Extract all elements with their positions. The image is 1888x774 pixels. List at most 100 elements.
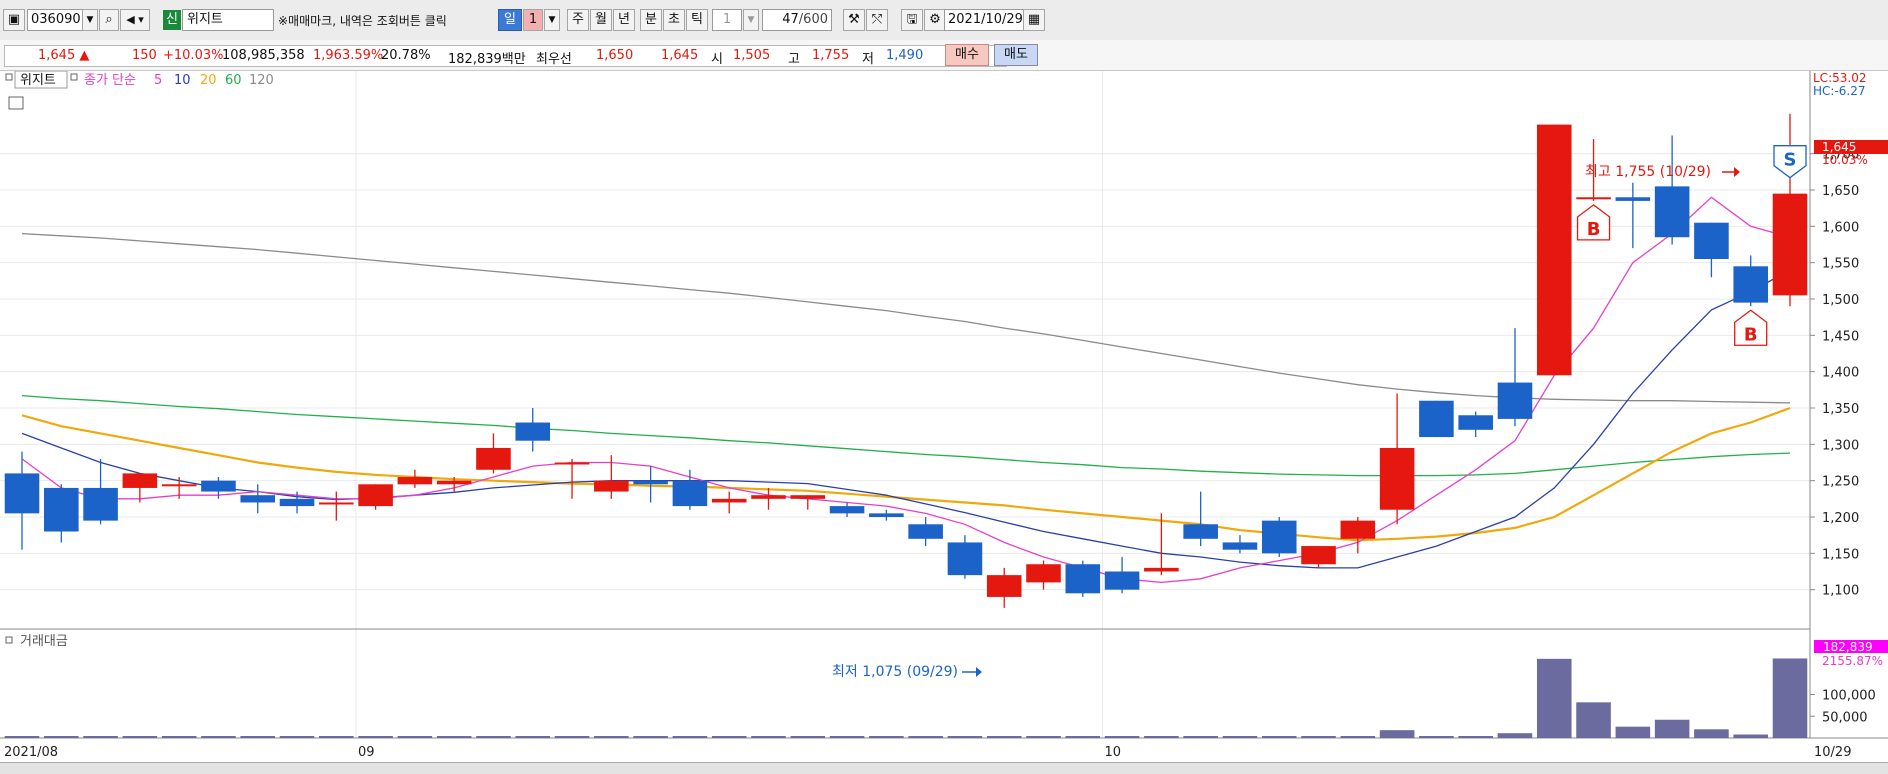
candle-body — [319, 502, 354, 505]
legend-ma-toggle-icon[interactable] — [70, 73, 78, 81]
buy-button[interactable]: 매수 — [945, 44, 989, 66]
volume-ratio: 1,963.59% — [313, 48, 384, 63]
candle-body — [1536, 124, 1572, 376]
volume-bar — [947, 736, 983, 738]
volume-bar — [790, 736, 826, 738]
date-input[interactable]: 2021/10/29 — [944, 9, 1032, 31]
candle-body — [4, 473, 40, 514]
period-count-field[interactable]: 1 — [523, 9, 543, 31]
volume-bar — [1340, 736, 1376, 738]
y-tick-label: 1,400 — [1822, 366, 1859, 381]
candle-body — [358, 484, 393, 507]
scroll-strip[interactable] — [0, 762, 1888, 774]
candle-body — [240, 495, 276, 503]
candle-body — [594, 480, 629, 492]
y-tick-label: 1,150 — [1822, 547, 1859, 562]
bid-price: 1,645 — [661, 48, 699, 63]
volume-panel-toggle-icon[interactable] — [5, 636, 13, 644]
code-dropdown-icon[interactable]: ▼ — [82, 9, 98, 31]
volume-bar — [515, 736, 551, 738]
y-tick-label: 1,350 — [1822, 402, 1859, 417]
candle-body — [1497, 382, 1533, 419]
trade-marker-label: B — [1587, 219, 1601, 240]
candle-body — [554, 462, 590, 465]
volume-bar — [476, 736, 511, 738]
save-icon[interactable]: 🖫 — [901, 9, 923, 31]
x-tick-label: 10/29 — [1814, 745, 1851, 760]
candle-body — [397, 477, 433, 485]
sell-button[interactable]: 매도 — [994, 44, 1038, 66]
volume-bar — [711, 736, 747, 738]
volume-bar — [672, 736, 708, 738]
period-tick-button[interactable]: 틱 — [686, 9, 708, 31]
y-tick-label: 1,450 — [1822, 329, 1859, 344]
low-price: 1,490 — [886, 48, 924, 63]
sound-icon[interactable]: ◀ ▾ — [120, 9, 150, 31]
menu-icon[interactable]: ▣ — [3, 9, 25, 31]
volume-bar — [1654, 719, 1690, 738]
candle-body — [711, 498, 747, 503]
candle-body — [122, 473, 158, 488]
candle-body — [1615, 197, 1651, 201]
volume-pct-text: 2155.87% — [1822, 654, 1883, 668]
volume-bar — [1261, 736, 1297, 738]
candle-body — [1458, 415, 1493, 430]
volume-bar — [1458, 736, 1493, 738]
settings-gear-icon[interactable]: ⚙ — [924, 9, 946, 31]
chart-area[interactable]: B B S 1,100 1,150 1,200 1,250 1,300 1,350 1,400 1… — [0, 70, 1888, 762]
candle-body — [1026, 564, 1061, 583]
calendar-icon[interactable]: ▦ — [1023, 9, 1045, 31]
volume-bar — [1144, 736, 1179, 738]
current-pct-text: 10.03% — [1822, 153, 1868, 167]
volume-bar — [751, 736, 786, 738]
stock-code-input[interactable]: 036090 — [27, 9, 83, 31]
legend-ma5: 5 — [154, 73, 162, 88]
new-badge: 신 — [163, 10, 181, 30]
high-label: 고 — [788, 52, 800, 67]
trend-icon[interactable]: ⤲ — [866, 9, 888, 31]
low-annotation: 최저 1,075 (09/29) — [832, 664, 958, 680]
volume-bar — [1065, 736, 1101, 738]
volume-bar — [869, 736, 904, 738]
legend-toggle-icon[interactable] — [5, 73, 13, 81]
legend-ma20: 20 — [200, 73, 217, 88]
hc-indicator: HC:-6.27 — [1813, 84, 1866, 98]
candle-body — [1772, 193, 1808, 296]
stock-name-field[interactable]: 위지트 — [182, 9, 274, 31]
volume-bar — [279, 736, 315, 738]
volume-bar — [201, 736, 236, 738]
volume-bar — [122, 736, 158, 738]
candle-count-field[interactable]: 47/600 — [762, 9, 832, 31]
period-month-button[interactable]: 월 — [590, 9, 612, 31]
table-toggle-icon[interactable] — [8, 96, 24, 110]
y-tick-label: 1,500 — [1822, 293, 1859, 308]
volume-bar — [44, 736, 79, 738]
y-tick-label: 1,550 — [1822, 257, 1859, 272]
price-chart[interactable]: B B S 1,100 1,150 1,200 1,250 1,300 1,350 1,400 1… — [0, 70, 1888, 762]
period-minute-button[interactable]: 분 — [640, 9, 662, 31]
tick-dropdown-icon[interactable]: ▼ — [743, 9, 759, 31]
candle-body — [1301, 546, 1336, 565]
open-price: 1,505 — [733, 48, 771, 63]
toolbar: ▣ 036090 ▼ ⌕ ◀ ▾ 신 위지트 ※매매마크, 내역은 조회버튼 클… — [0, 0, 1888, 41]
ma20-line — [21, 406, 1791, 542]
search-icon[interactable]: ⌕ — [99, 9, 119, 31]
high-annotation: 최고 1,755 (10/29) — [1585, 164, 1711, 180]
period-week-button[interactable]: 주 — [567, 9, 589, 31]
volume-bar — [4, 736, 40, 738]
volume-bar — [161, 736, 197, 738]
volume-bar — [594, 736, 629, 738]
candle-body — [1261, 520, 1297, 554]
y-tick-label: 1,650 — [1822, 184, 1859, 199]
candle-body — [515, 422, 551, 441]
quote-bar: 1,645 ▲ 150 +10.03% 108,985,358 1,963.59… — [0, 40, 1888, 71]
candle-body — [201, 480, 236, 492]
volume-tick-label: 50,000 — [1822, 710, 1868, 725]
volume-bar — [1301, 736, 1336, 738]
period-day-button[interactable]: 일 — [498, 9, 522, 31]
period-year-button[interactable]: 년 — [613, 9, 635, 31]
tick-count-field[interactable]: 1 — [712, 9, 742, 31]
period-dropdown-icon[interactable]: ▼ — [544, 9, 560, 31]
period-second-button[interactable]: 초 — [663, 9, 685, 31]
chart-tools-icon[interactable]: ⚒ — [843, 9, 865, 31]
